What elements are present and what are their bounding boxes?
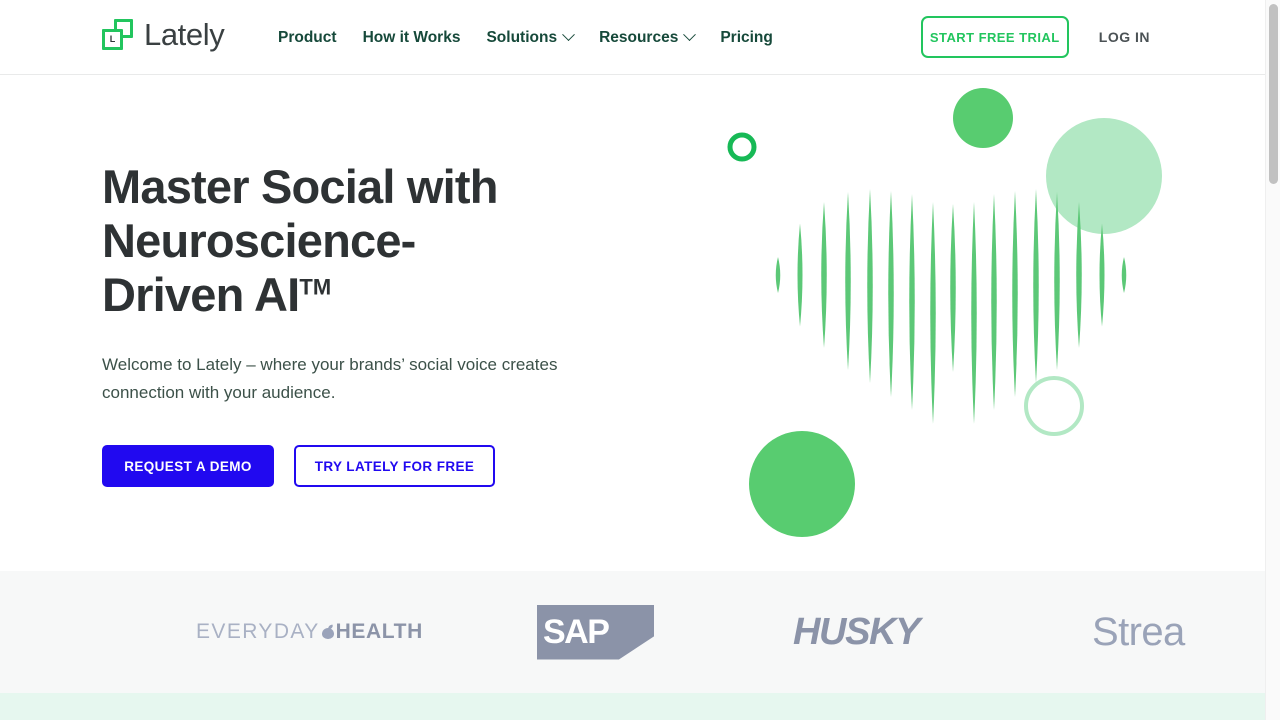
hero-illustration-svg <box>727 88 1162 537</box>
nav-label: Product <box>278 29 337 46</box>
nav-item-pricing[interactable]: Pricing <box>720 28 773 47</box>
everyday-health-word-1: EVERYDAY <box>196 620 320 643</box>
apple-icon <box>321 625 335 639</box>
logo-square-front: L <box>102 29 123 50</box>
log-in-link[interactable]: LOG IN <box>1099 29 1150 45</box>
waveform-bar <box>971 202 977 424</box>
waveform-bar <box>1054 192 1060 370</box>
brand-name: Lately <box>144 17 225 52</box>
nav-label: How it Works <box>362 29 461 46</box>
site-header: L Lately Product How it Works Solutions … <box>0 0 1265 75</box>
sap-logo: SAP <box>537 571 654 693</box>
chevron-down-icon <box>562 28 575 42</box>
overlapping-squares-icon: L <box>102 19 133 50</box>
waveform-bar <box>821 202 827 348</box>
next-section-top-edge <box>0 693 1265 720</box>
hero-copy: Master Social with Neuroscience- Driven … <box>102 160 622 487</box>
everyday-health-logo: EVERYDAY HEALTH <box>196 571 423 693</box>
waveform-bar <box>950 204 956 372</box>
waveform-bar <box>845 192 851 370</box>
hero-cta-group: REQUEST A DEMO TRY LATELY FOR FREE <box>102 445 622 487</box>
trademark-symbol: TM <box>299 274 332 300</box>
waveform-bar <box>930 202 936 424</box>
stream-logo: Strea <box>1092 571 1185 693</box>
mint-ring <box>1024 376 1084 436</box>
waveform-bar <box>1033 189 1039 383</box>
hero-title-line-1: Master Social with <box>102 160 498 213</box>
waveform-bar <box>775 257 781 293</box>
hero-section: Master Social with Neuroscience- Driven … <box>0 76 1265 571</box>
page-root: L Lately Product How it Works Solutions … <box>0 0 1280 720</box>
nav-item-solutions[interactable]: Solutions <box>486 28 575 47</box>
hero-title-line-2: Neuroscience- <box>102 214 416 267</box>
main-navigation: Product How it Works Solutions Resources… <box>278 28 773 47</box>
waveform-bar <box>797 223 803 327</box>
nav-item-how-it-works[interactable]: How it Works <box>363 28 461 47</box>
nav-label: Pricing <box>720 29 773 46</box>
husky-logo: HUSKY <box>793 571 920 693</box>
try-lately-for-free-button[interactable]: TRY LATELY FOR FREE <box>294 445 495 487</box>
solid-green-circle-bottom <box>749 431 855 537</box>
page-scrollbar-track[interactable] <box>1265 0 1280 720</box>
nav-item-product[interactable]: Product <box>278 28 337 47</box>
hero-subtitle: Welcome to Lately – where your brands’ s… <box>102 355 558 402</box>
start-free-trial-button[interactable]: START FREE TRIAL <box>920 16 1069 58</box>
large-mint-circle <box>1046 118 1162 234</box>
waveform-bar <box>1099 223 1105 327</box>
client-logo-strip: EVERYDAY HEALTH SAP HUSKY Strea <box>0 571 1265 693</box>
small-green-ring <box>727 132 757 162</box>
nav-label: Resources <box>599 29 679 46</box>
nav-label: Solutions <box>486 29 558 46</box>
waveform-bar <box>1121 257 1127 293</box>
page-scrollbar-thumb[interactable] <box>1269 4 1278 184</box>
solid-green-circle-top <box>953 88 1013 148</box>
waveform-bar <box>909 194 915 410</box>
stream-logo-text: Strea <box>1092 610 1185 654</box>
brand-logo[interactable]: L Lately <box>102 17 225 52</box>
waveform-bar <box>991 194 997 410</box>
logo-letter: L <box>109 34 116 44</box>
waveform-bar <box>888 191 894 397</box>
husky-logo-text: HUSKY <box>793 611 920 653</box>
request-a-demo-button[interactable]: REQUEST A DEMO <box>102 445 274 487</box>
hero-title-line-3: Driven AI <box>102 268 300 321</box>
waveform-bar <box>867 189 873 383</box>
chevron-down-icon <box>683 28 697 42</box>
nav-item-resources[interactable]: Resources <box>599 28 697 47</box>
heart-audio-waveform-illustration <box>700 76 1220 571</box>
everyday-health-word-2: HEALTH <box>335 620 423 643</box>
page-title: Master Social with Neuroscience- Driven … <box>102 160 602 322</box>
sap-logo-text: SAP <box>543 613 610 651</box>
waveform-bar <box>1012 191 1018 397</box>
decorative-circles <box>727 88 1162 537</box>
header-actions: START FREE TRIAL LOG IN <box>920 16 1150 58</box>
sap-logo-shape: SAP <box>537 604 654 660</box>
